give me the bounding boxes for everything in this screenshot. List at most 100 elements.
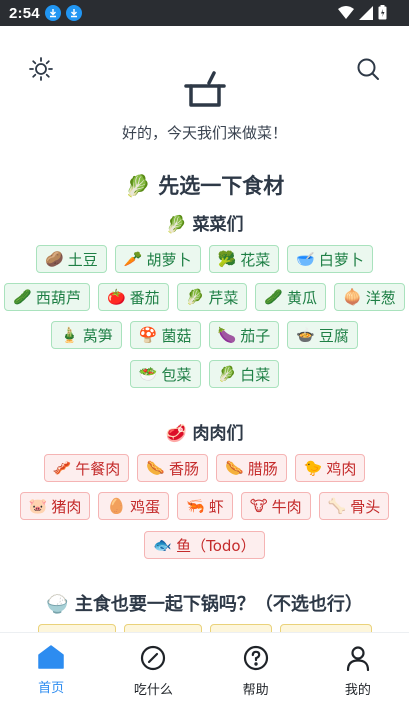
chip-shrimp[interactable]: 🦐 虾: [177, 492, 233, 520]
chip-carrot[interactable]: 🥕 胡萝卜: [114, 245, 201, 273]
chip-pork[interactable]: 🐷 猪肉: [19, 492, 91, 520]
chip-cucumber[interactable]: 🥒 黄瓜: [255, 283, 327, 311]
chip-label: 芹菜: [208, 288, 239, 307]
stew-icon: 🍲: [296, 326, 315, 344]
chip-cabbage[interactable]: 🥗 包菜: [129, 360, 201, 388]
meat-row: 🐟 鱼（Todo）: [0, 531, 409, 559]
download-icon: [65, 5, 82, 21]
tab-label: 吃什么: [133, 683, 173, 698]
signal-icon: [359, 5, 373, 25]
status-bar: 2:54: [0, 0, 409, 26]
compass-icon: [140, 645, 166, 675]
meat-row: 🐷 猪肉 🥚 鸡蛋 🦐 虾 🐮 牛肉 🦴 骨头: [0, 492, 409, 520]
chip-zucchini[interactable]: 🥒 西葫芦: [4, 283, 90, 311]
chip-cured-sausage[interactable]: 🌭 腊肠: [216, 454, 287, 482]
chip-label: 猪肉: [51, 497, 82, 516]
tab-label: 我的: [344, 683, 371, 698]
chip-label: 茄子: [240, 326, 271, 345]
tomato-icon: 🍅: [106, 288, 126, 306]
chip-beef[interactable]: 🐮 牛肉: [240, 492, 311, 520]
cucumber-icon: 🥒: [264, 288, 284, 306]
chip-label: 白萝卜: [318, 250, 364, 269]
chip-luncheon-meat[interactable]: 🥓 午餐肉: [43, 454, 130, 482]
chip-tomato[interactable]: 🍅 番茄: [97, 283, 169, 311]
mushroom-icon: 🍄: [138, 326, 158, 344]
hotdog-icon: 🌭: [225, 459, 244, 477]
chip-lettuce-stem[interactable]: 🎍 莴笋: [51, 321, 122, 349]
onion-icon: 🧅: [343, 288, 362, 306]
chip-label: 胡萝卜: [146, 250, 192, 269]
search-button[interactable]: [353, 56, 383, 86]
meats-title: 🥩 肉肉们: [165, 424, 244, 444]
chip-celery[interactable]: 🥬 芹菜: [176, 283, 248, 311]
tab-home[interactable]: 首页: [0, 633, 102, 703]
chip-label: 西葫芦: [35, 288, 81, 307]
tab-label: 首页: [38, 681, 65, 696]
tab-mine[interactable]: 我的: [307, 633, 409, 703]
meat-row: 🥓 午餐肉 🌭 香肠 🌭 腊肠 🐤 鸡肉: [0, 454, 409, 482]
chip-label: 腊肠: [247, 459, 278, 478]
broccoli-icon: 🥦: [217, 250, 237, 268]
chip-label: 鱼（Todo）: [176, 536, 256, 555]
chip-label: 骨头: [350, 497, 381, 516]
chip-label: 牛肉: [271, 497, 302, 516]
vegetables-title: 🥬 菜菜们: [165, 215, 244, 235]
leafy-green-icon: 🥬: [217, 365, 237, 383]
bacon-icon: 🥓: [52, 459, 72, 477]
wifi-icon: [338, 6, 354, 24]
battery-icon: [378, 5, 387, 25]
vegetable-row: 🥔 土豆 🥕 胡萝卜 🥦 花菜 🥣 白萝卜: [0, 245, 409, 273]
chip-label: 菌菇: [161, 326, 192, 345]
chip-label: 番茄: [129, 288, 160, 307]
radish-icon: 🥣: [296, 250, 315, 268]
user-icon: [345, 645, 371, 675]
system-nav-area: [0, 702, 409, 727]
bone-icon: 🦴: [327, 497, 347, 515]
celery-icon: 🥬: [185, 288, 205, 306]
chip-onion[interactable]: 🧅 洋葱: [334, 283, 405, 311]
vegetable-row: 🥒 西葫芦 🍅 番茄 🥬 芹菜 🥒 黄瓜 🧅 洋葱: [0, 283, 409, 311]
tab-what-to-eat[interactable]: 吃什么: [102, 633, 204, 703]
chip-potato[interactable]: 🥔 土豆: [36, 245, 107, 273]
bottom-tab-bar: 首页 吃什么 帮助 我的: [0, 632, 409, 703]
chip-bone[interactable]: 🦴 骨头: [318, 492, 390, 520]
chip-label: 黄瓜: [287, 288, 318, 307]
chick-icon: 🐤: [303, 459, 323, 477]
salad-icon: 🥗: [138, 365, 158, 383]
vegetable-row: 🥗 包菜 🥬 白菜: [0, 360, 409, 388]
greeting-text: 好的，今天我们来做菜！: [121, 124, 287, 142]
chip-tofu[interactable]: 🍲 豆腐: [287, 321, 358, 349]
chip-eggplant[interactable]: 🍆 茄子: [208, 321, 280, 349]
chip-label: 豆腐: [318, 326, 349, 345]
chip-cauliflower[interactable]: 🥦 花菜: [208, 245, 280, 273]
chip-label: 香肠: [168, 459, 199, 478]
chip-label: 花菜: [240, 250, 271, 269]
chip-label: 土豆: [67, 250, 98, 269]
chip-mushroom[interactable]: 🍄 菌菇: [129, 321, 201, 349]
tab-label: 帮助: [242, 683, 269, 698]
chip-napa-cabbage[interactable]: 🥬 白菜: [208, 360, 280, 388]
chip-egg[interactable]: 🥚 鸡蛋: [98, 492, 170, 520]
staples-title: 🍚 主食也要一起下锅吗？（不选也行）: [46, 594, 363, 615]
chip-white-radish[interactable]: 🥣 白萝卜: [287, 245, 373, 273]
download-icon: [44, 5, 61, 21]
tab-help[interactable]: 帮助: [205, 633, 307, 703]
status-time: 2:54: [9, 4, 40, 22]
eggplant-icon: 🍆: [217, 326, 237, 344]
chip-chicken[interactable]: 🐤 鸡肉: [294, 454, 366, 482]
vegetable-row: 🎍 莴笋 🍄 菌菇 🍆 茄子 🍲 豆腐: [0, 321, 409, 349]
sun-icon: [28, 56, 54, 86]
zucchini-icon: 🥒: [13, 288, 32, 306]
chip-fish[interactable]: 🐟 鱼（Todo）: [144, 531, 265, 559]
section-title: 🥬 先选一下食材: [124, 174, 285, 198]
bamboo-icon: 🎍: [60, 326, 79, 344]
chip-sausage[interactable]: 🌭 香肠: [137, 454, 208, 482]
chip-label: 虾: [208, 497, 224, 516]
help-icon: [243, 645, 269, 675]
chip-label: 鸡肉: [326, 459, 357, 478]
egg-icon: 🥚: [107, 497, 127, 515]
chip-label: 包菜: [161, 365, 192, 384]
search-icon: [355, 56, 381, 86]
potato-icon: 🥔: [45, 250, 64, 268]
theme-toggle-button[interactable]: [26, 56, 56, 86]
